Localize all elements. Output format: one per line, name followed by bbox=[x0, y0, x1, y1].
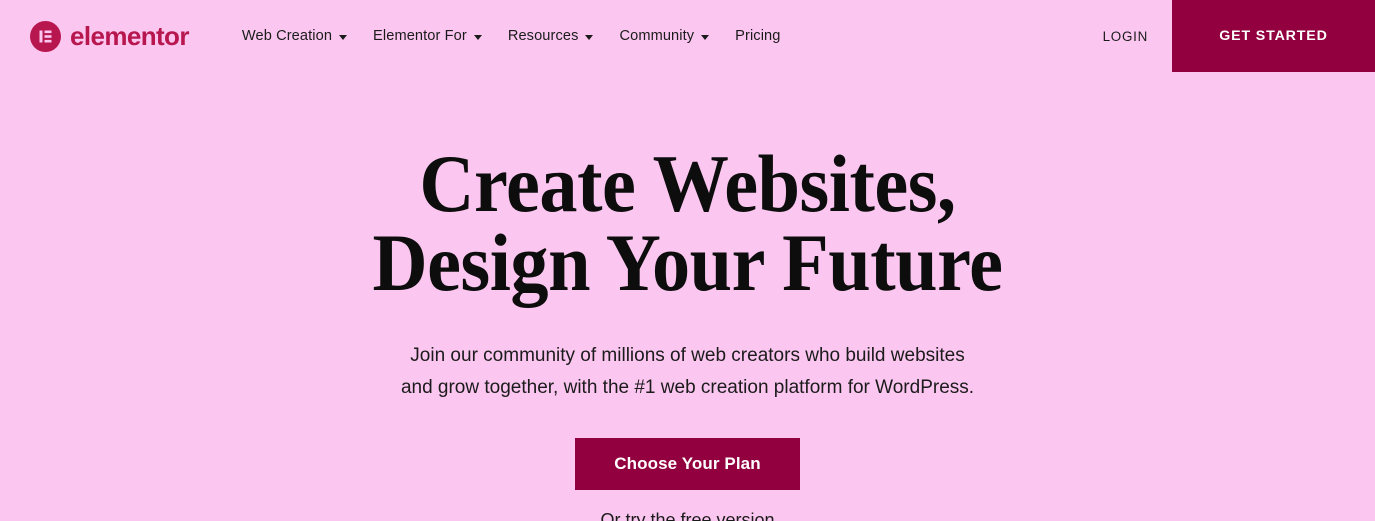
nav-item-community[interactable]: Community bbox=[619, 28, 710, 44]
chevron-down-icon bbox=[473, 34, 482, 40]
hero-title-line-1: Create Websites, bbox=[419, 138, 956, 229]
chevron-down-icon bbox=[339, 34, 348, 40]
hero-subtitle: Join our community of millions of web cr… bbox=[0, 340, 1375, 404]
elementor-logo[interactable]: elementor bbox=[30, 20, 189, 52]
nav-item-pricing[interactable]: Pricing bbox=[735, 28, 780, 44]
page-title: Create Websites, Design Your Future bbox=[48, 143, 1327, 304]
chevron-down-icon bbox=[701, 34, 710, 40]
main-navigation: Web Creation Elementor For Resources Com… bbox=[242, 28, 781, 44]
hero-alternate-action: Or try the free version bbox=[0, 510, 1375, 521]
elementor-logo-icon bbox=[30, 20, 61, 52]
nav-label: Web Creation bbox=[241, 28, 333, 44]
nav-item-web-creation[interactable]: Web Creation bbox=[241, 28, 348, 44]
hero-subtitle-line-2: and grow together, with the #1 web creat… bbox=[400, 377, 975, 398]
nav-item-elementor-for[interactable]: Elementor For bbox=[373, 28, 482, 44]
try-free-version-link[interactable]: try the free version bbox=[625, 510, 774, 521]
get-started-button[interactable]: GET STARTED bbox=[1172, 0, 1375, 72]
chevron-down-icon bbox=[585, 34, 594, 40]
hero-title-line-2: Design Your Future bbox=[372, 217, 1003, 308]
nav-label: Resources bbox=[507, 28, 579, 44]
nav-item-resources[interactable]: Resources bbox=[508, 28, 594, 44]
hero-subtitle-line-1: Join our community of millions of web cr… bbox=[410, 345, 965, 366]
nav-label: Elementor For bbox=[373, 28, 467, 44]
login-link[interactable]: LOGIN bbox=[1079, 0, 1172, 72]
hero-alt-prefix: Or bbox=[600, 510, 621, 521]
nav-label: Pricing bbox=[735, 28, 781, 44]
header-actions: LOGIN GET STARTED bbox=[1079, 0, 1375, 72]
nav-label: Community bbox=[619, 28, 695, 44]
elementor-wordmark: elementor bbox=[70, 21, 189, 51]
hero-cta-area: Choose Your Plan bbox=[0, 438, 1375, 490]
hero-section: Create Websites, Design Your Future Join… bbox=[0, 72, 1375, 521]
site-header: elementor Web Creation Elementor For Res… bbox=[0, 0, 1375, 72]
choose-your-plan-button[interactable]: Choose Your Plan bbox=[575, 438, 800, 490]
